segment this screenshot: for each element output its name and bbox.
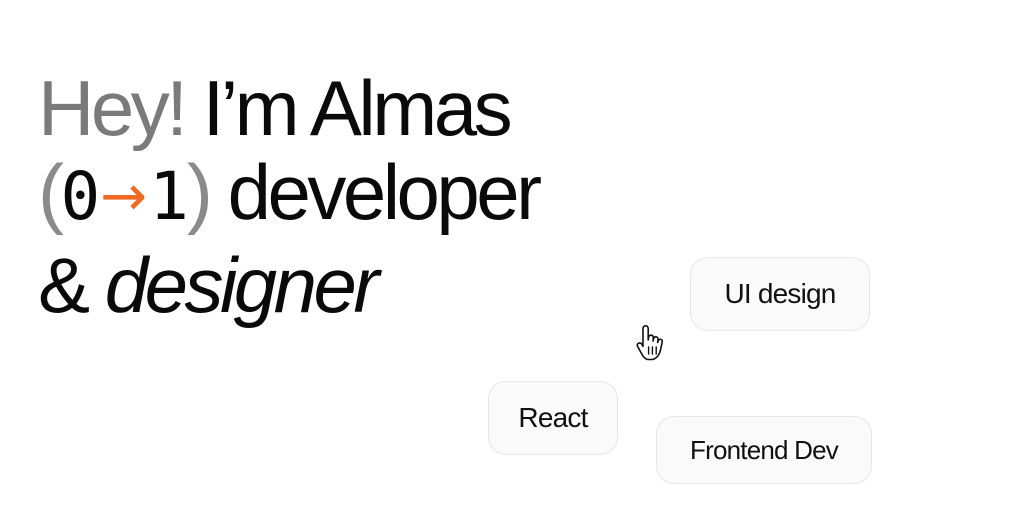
one-digit: 1 (149, 158, 189, 235)
paren-close: ) (186, 148, 213, 236)
skill-chip-label: Frontend Dev (690, 434, 839, 465)
developer-text: developer (227, 148, 543, 236)
hero-heading: Hey! I’m Almas (0→1) developer & designe… (38, 66, 543, 327)
ampersand-text: & (38, 241, 90, 329)
paren-open: ( (38, 148, 64, 236)
name-text: I’m Almas (202, 64, 513, 152)
skill-chip-ui-design[interactable]: UI design (690, 257, 870, 331)
skill-chip-label: React (518, 402, 588, 433)
skill-chip-label: UI design (724, 278, 836, 309)
page: Hey! I’m Almas (0→1) developer & designe… (0, 0, 1024, 512)
hero-line-developer: (0→1) developer (38, 148, 543, 243)
skill-chip-react[interactable]: React (488, 381, 618, 455)
hero-line-greeting: Hey! I’m Almas (38, 66, 539, 150)
hero-line-designer: & designer (38, 243, 539, 327)
arrow-right-icon: → (100, 164, 148, 229)
zero-digit: 0 (60, 158, 100, 235)
skill-chip-frontend-dev[interactable]: Frontend Dev (656, 416, 872, 484)
greeting-text: Hey! (38, 64, 188, 152)
pointer-hand-icon (636, 325, 664, 361)
designer-text: designer (104, 241, 380, 329)
